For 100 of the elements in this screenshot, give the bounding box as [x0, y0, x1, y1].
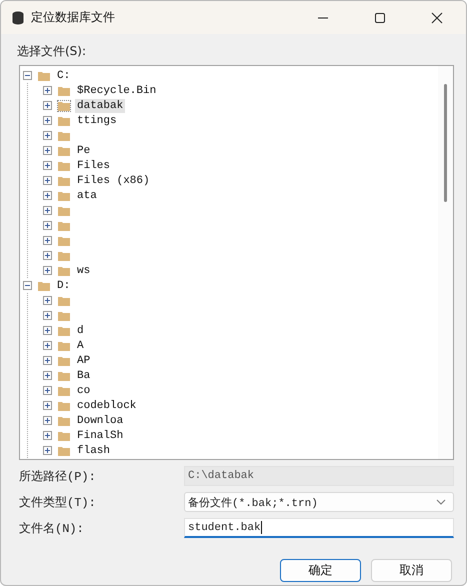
expand-icon[interactable]	[43, 371, 52, 380]
expand-icon[interactable]	[43, 416, 52, 425]
expand-icon[interactable]	[43, 131, 52, 140]
chevron-down-icon[interactable]	[436, 499, 446, 505]
expand-icon[interactable]	[43, 221, 52, 230]
folder-name[interactable]: FinalSh	[75, 428, 126, 442]
folder-icon	[58, 356, 70, 366]
tree-row[interactable]: databak	[43, 98, 128, 113]
expand-icon[interactable]	[43, 101, 52, 110]
expand-icon[interactable]	[43, 386, 52, 395]
folder-name[interactable]: Files	[75, 158, 112, 172]
expand-icon[interactable]	[43, 146, 52, 155]
field-label: 文件类型(T):	[19, 494, 97, 510]
folder-name[interactable]: d	[75, 324, 86, 338]
expand-icon[interactable]	[43, 401, 52, 410]
expand-icon[interactable]	[43, 176, 52, 185]
maximize-icon[interactable]	[374, 12, 386, 24]
tree-row[interactable]: Files	[43, 158, 438, 173]
folder-name[interactable]: Pe	[75, 144, 92, 158]
expand-icon[interactable]	[43, 86, 52, 95]
folder-name[interactable]: Ba	[75, 368, 92, 382]
folder-icon	[58, 130, 70, 140]
folder-name[interactable]: $Recycle.Bin	[75, 84, 158, 98]
expand-icon[interactable]	[43, 446, 52, 455]
expand-icon[interactable]	[43, 251, 52, 260]
folder-icon	[58, 386, 70, 396]
tree-row[interactable]: Pe	[43, 143, 438, 158]
folder-icon	[58, 250, 70, 260]
tree-row[interactable]: ws	[43, 263, 438, 278]
expand-icon[interactable]	[43, 356, 52, 365]
folder-icon	[58, 446, 70, 456]
scrollbar[interactable]	[438, 66, 453, 459]
folder-name[interactable]: databak	[75, 98, 126, 112]
folder-icon	[58, 310, 70, 320]
expand-icon[interactable]	[43, 236, 52, 245]
scrollbar-thumb[interactable]	[444, 84, 447, 202]
tree-row[interactable]: ttings	[43, 113, 438, 128]
folder-icon	[58, 86, 70, 96]
folder-icon	[38, 280, 50, 290]
expand-icon[interactable]	[43, 341, 52, 350]
tree-row[interactable]: FinalSh	[43, 428, 438, 443]
folder-name[interactable]: C:	[55, 68, 72, 82]
folder-name[interactable]: D:	[55, 278, 72, 292]
folder-icon	[58, 116, 70, 126]
tree-row[interactable]: D:	[23, 278, 438, 293]
tree-row[interactable]: d	[43, 323, 438, 338]
field-label: 所选路径(P):	[19, 468, 97, 484]
expand-icon[interactable]	[43, 266, 52, 275]
cancel-button[interactable]: 取消	[371, 559, 452, 582]
folder-icon	[58, 160, 70, 170]
folder-name[interactable]: ttings	[75, 114, 119, 128]
ok-button[interactable]: 确定	[280, 559, 361, 582]
folder-icon	[58, 400, 70, 410]
expand-icon[interactable]	[43, 191, 52, 200]
folder-name[interactable]: co	[75, 384, 92, 398]
folder-name[interactable]: codeblock	[75, 398, 138, 412]
expand-icon[interactable]	[43, 296, 52, 305]
tree-row[interactable]: $Recycle.Bin	[43, 83, 438, 98]
tree-row[interactable]: AP	[43, 353, 438, 368]
folder-icon	[58, 146, 70, 156]
expand-icon[interactable]	[43, 161, 52, 170]
folder-icon	[58, 430, 70, 440]
tree-row[interactable]: A	[43, 338, 438, 353]
folder-name[interactable]: ata	[75, 188, 99, 202]
tree-row[interactable]: flash	[43, 443, 438, 458]
folder-name[interactable]: Files (x86)	[75, 174, 152, 188]
folder-name[interactable]: Downloa	[75, 414, 126, 428]
folder-icon	[58, 326, 70, 336]
expand-icon[interactable]	[43, 311, 52, 320]
folder-name[interactable]: ws	[75, 264, 92, 278]
folder-icon	[58, 236, 70, 246]
window-title: 定位数据库文件	[31, 9, 115, 26]
tree-row[interactable]: Ba	[43, 368, 438, 383]
folder-icon	[58, 340, 70, 350]
tree-row[interactable]: ata	[43, 188, 438, 203]
close-icon[interactable]	[431, 12, 443, 24]
folder-name[interactable]: A	[75, 338, 86, 352]
tree-row[interactable]: C:	[23, 68, 438, 83]
file-type-dropdown[interactable]: 备份文件(*.bak;*.trn)	[184, 492, 454, 512]
path-field[interactable]: C:\databak	[184, 466, 454, 486]
folder-icon	[58, 296, 70, 306]
tree-row[interactable]: Files (x86)	[43, 173, 438, 188]
expand-icon[interactable]	[43, 326, 52, 335]
folder-name[interactable]: AP	[75, 354, 92, 368]
folder-icon	[38, 70, 50, 80]
expand-icon[interactable]	[43, 431, 52, 440]
folder-icon	[58, 176, 70, 186]
folder-icon	[58, 100, 70, 110]
file-name-field[interactable]: student.bak	[184, 518, 454, 538]
tree-row[interactable]: Downloa	[43, 413, 438, 428]
folder-icon	[58, 190, 70, 200]
collapse-icon[interactable]	[23, 281, 32, 290]
tree-row[interactable]: co	[43, 383, 438, 398]
expand-icon[interactable]	[43, 116, 52, 125]
folder-name[interactable]: flash	[75, 444, 112, 458]
field-label: 文件名(N):	[19, 520, 85, 536]
expand-icon[interactable]	[43, 206, 52, 215]
collapse-icon[interactable]	[23, 71, 32, 80]
tree-row[interactable]: codeblock	[43, 398, 438, 413]
folder-icon	[58, 416, 70, 426]
